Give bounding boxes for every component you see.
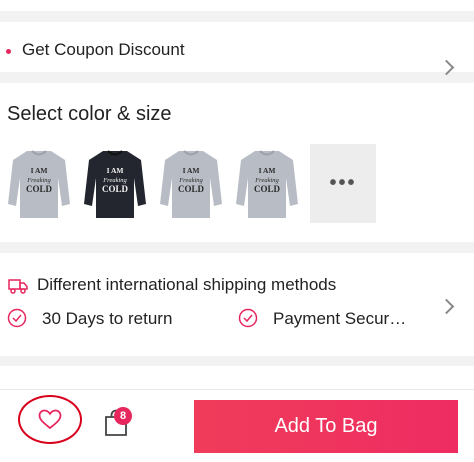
sweater-print-line-1: I AM xyxy=(259,166,276,175)
coupon-row[interactable]: Get Coupon Discount xyxy=(0,22,474,76)
previous-section-bottom xyxy=(0,0,474,11)
sweater-print-line-3: COLD xyxy=(102,184,129,194)
color-size-section: Select color & size I AM Freaking COLD I A… xyxy=(0,83,474,242)
sweater-print-line-3: COLD xyxy=(26,184,53,194)
check-circle-icon xyxy=(7,308,27,328)
sweater-print-line-1: I AM xyxy=(107,166,124,175)
add-to-bag-button[interactable]: Add To Bag xyxy=(194,400,458,453)
truck-icon xyxy=(8,279,28,294)
sweater-print-line-2: Freaking xyxy=(254,177,279,184)
return-policy-label: 30 Days to return xyxy=(42,309,173,328)
color-swatch-3[interactable]: I AM Freaking COLD xyxy=(158,144,224,223)
shipping-methods-label: Different international shipping methods xyxy=(37,275,337,294)
sweater-print-line-2: Freaking xyxy=(102,177,127,184)
more-dots-icon: ••• xyxy=(329,172,357,194)
check-circle-icon xyxy=(238,308,258,328)
heart-icon xyxy=(38,409,62,430)
coupon-label: Get Coupon Discount xyxy=(22,40,185,59)
sweater-print-line-1: I AM xyxy=(31,166,48,175)
sweater-print-line-2: Freaking xyxy=(178,177,203,184)
color-size-title: Select color & size xyxy=(7,103,172,125)
chevron-right-icon xyxy=(438,298,455,315)
color-swatch-2[interactable]: I AM Freaking COLD xyxy=(82,144,148,223)
sweater-print-line-1: I AM xyxy=(183,166,200,175)
color-swatch-4[interactable]: I AM Freaking COLD xyxy=(234,144,300,223)
payment-security-label: Payment Secur… xyxy=(273,309,407,328)
color-swatch-1[interactable]: I AM Freaking COLD xyxy=(6,144,72,223)
sweater-print-line-3: COLD xyxy=(178,184,205,194)
coupon-bullet-icon xyxy=(6,49,11,54)
sweater-print-line-3: COLD xyxy=(254,184,281,194)
bottom-action-bar: 8 Add To Bag xyxy=(0,389,474,462)
wishlist-button[interactable] xyxy=(18,395,82,444)
bag-count-badge: 8 xyxy=(114,407,132,425)
chevron-right-icon xyxy=(438,59,455,76)
more-colors-button[interactable]: ••• xyxy=(310,144,376,223)
sweater-print-line-2: Freaking xyxy=(26,177,51,184)
shipping-section[interactable]: Different international shipping methods… xyxy=(0,253,474,356)
